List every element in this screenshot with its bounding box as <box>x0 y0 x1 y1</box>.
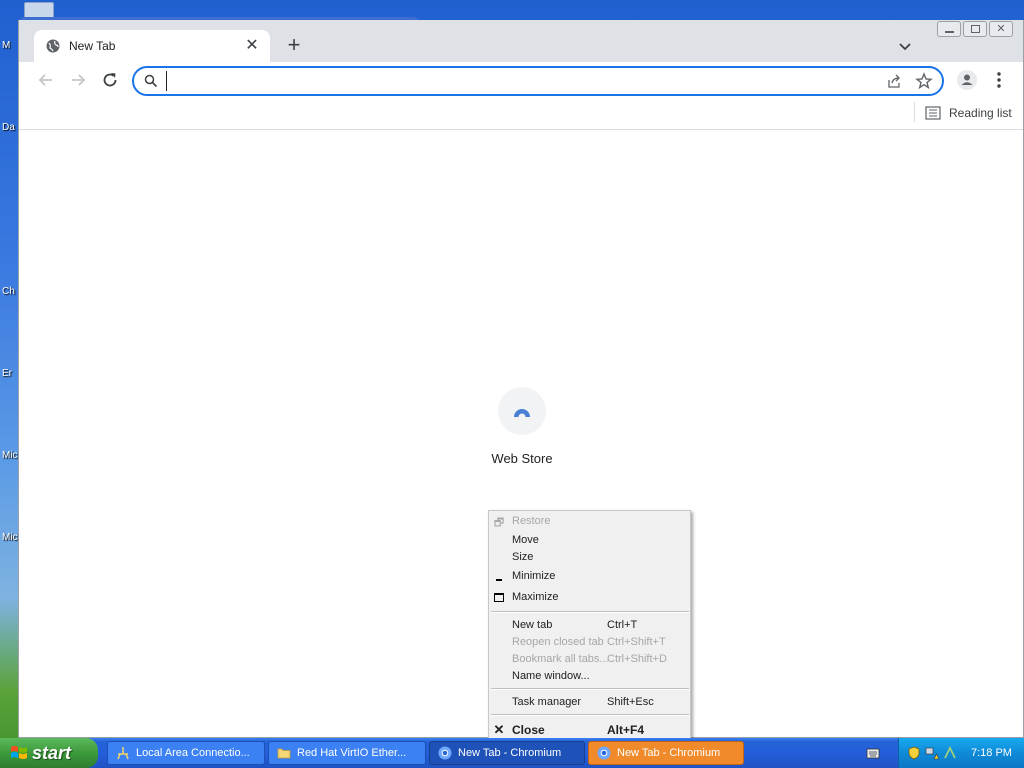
menu-separator <box>491 688 689 690</box>
window-controls: ✕ <box>937 21 1013 39</box>
chromium-icon <box>438 746 452 760</box>
keyboard-icon[interactable] <box>866 746 880 760</box>
chevron-down-icon[interactable] <box>895 36 915 56</box>
network-warning-icon[interactable] <box>925 746 939 760</box>
menu-item-label: Move <box>512 534 539 546</box>
window-context-menu: 🗗 Restore Move Size Minimize Maximize Ne… <box>488 510 691 744</box>
bookmark-separator <box>914 102 915 122</box>
menu-item-shortcut: Alt+F4 <box>607 723 645 737</box>
forward-arrow-icon[interactable] <box>67 69 89 91</box>
menu-item-label: Task manager <box>512 696 582 708</box>
menu-item-shortcut: Ctrl+Shift+T <box>607 636 666 648</box>
web-store-icon <box>498 387 546 435</box>
star-icon[interactable] <box>915 72 933 90</box>
start-label: start <box>32 742 72 763</box>
more-menu-icon[interactable] <box>989 69 1009 91</box>
close-icon: ✕ <box>493 722 505 737</box>
menu-item-label: New tab <box>512 619 553 631</box>
start-button[interactable]: start <box>0 738 98 768</box>
network-icon <box>117 747 129 760</box>
reading-list-button[interactable]: Reading list <box>925 104 1012 122</box>
reading-list-label: Reading list <box>949 106 1012 120</box>
taskbar-button-label: New Tab - Chromium <box>458 747 562 759</box>
taskbar-button-chromium-1[interactable]: New Tab - Chromium <box>429 741 585 765</box>
menu-item-maximize[interactable]: Maximize <box>489 589 690 607</box>
search-icon <box>144 74 158 88</box>
taskbar: start Local Area Connectio... Red Hat Vi… <box>0 738 1024 768</box>
new-tab-button[interactable]: + <box>282 34 306 58</box>
shortcut-web-store[interactable]: Web Store <box>479 387 565 477</box>
menu-item-label: Restore <box>512 515 551 527</box>
address-input[interactable] <box>166 71 866 91</box>
share-icon[interactable] <box>886 73 902 89</box>
back-arrow-icon[interactable] <box>35 69 57 91</box>
shortcut-label: Web Store <box>491 451 553 466</box>
menu-item-label: Minimize <box>512 570 556 582</box>
menu-item-task-manager[interactable]: Task manager Shift+Esc <box>489 694 690 712</box>
bookmark-bar: Reading list <box>19 98 1023 130</box>
menu-item-move[interactable]: Move <box>489 532 690 550</box>
menu-item-label: Reopen closed tab <box>512 636 604 648</box>
taskbar-button-local-area-connection[interactable]: Local Area Connectio... <box>107 741 265 765</box>
menu-item-shortcut: Ctrl+T <box>607 619 638 631</box>
connection-icon[interactable] <box>943 746 957 760</box>
menu-item-minimize[interactable]: Minimize <box>489 568 690 586</box>
chromium-icon <box>597 746 611 760</box>
menu-item-size[interactable]: Size <box>489 549 690 567</box>
clock[interactable]: 7:18 PM <box>971 747 1012 759</box>
toolbar <box>19 62 1023 98</box>
taskbar-button-label: Red Hat VirtIO Ether... <box>297 747 407 759</box>
globe-icon <box>46 39 60 53</box>
menu-item-label: Size <box>512 551 534 563</box>
menu-item-label: Name window... <box>512 670 590 682</box>
security-shield-icon[interactable] <box>907 746 921 760</box>
menu-item-shortcut: Ctrl+Shift+D <box>607 653 667 665</box>
reading-list-icon <box>925 106 941 120</box>
taskbar-button-label: New Tab - Chromium <box>617 747 721 759</box>
folder-icon <box>277 748 291 759</box>
menu-separator <box>491 611 689 613</box>
windows-flag-icon <box>11 746 27 759</box>
restore-icon: 🗗 <box>493 517 505 529</box>
menu-item-label: Close <box>512 723 545 737</box>
taskbar-button-red-hat-virtio[interactable]: Red Hat VirtIO Ether... <box>268 741 426 765</box>
minimize-icon <box>492 569 506 583</box>
menu-item-new-tab[interactable]: New tab Ctrl+T <box>489 617 690 635</box>
maximize-icon <box>492 590 506 604</box>
system-tray: 7:18 PM <box>898 738 1024 768</box>
taskbar-button-label: Local Area Connectio... <box>136 747 250 759</box>
close-window-button[interactable]: ✕ <box>989 21 1013 37</box>
minimize-window-button[interactable] <box>937 21 961 37</box>
menu-separator <box>491 714 689 716</box>
profile-avatar-icon[interactable] <box>956 69 978 91</box>
tab-strip: New Tab ✕ + ✕ <box>19 20 1023 62</box>
menu-item-name-window[interactable]: Name window... <box>489 668 690 686</box>
menu-item-label: Maximize <box>512 591 559 603</box>
tab-title: New Tab <box>69 39 116 53</box>
tab-new-tab[interactable]: New Tab ✕ <box>34 30 270 62</box>
close-tab-icon[interactable]: ✕ <box>242 36 262 56</box>
reload-icon[interactable] <box>99 69 121 91</box>
menu-item-restore[interactable]: 🗗 Restore <box>489 513 690 531</box>
menu-item-close[interactable]: ✕ Close Alt+F4 <box>489 721 690 739</box>
menu-item-label: Bookmark all tabs... <box>512 653 609 665</box>
restore-window-button[interactable] <box>963 21 987 37</box>
menu-item-reopen-closed-tab[interactable]: Reopen closed tab Ctrl+Shift+T <box>489 634 690 652</box>
menu-item-shortcut: Shift+Esc <box>607 696 654 708</box>
omnibox[interactable] <box>132 66 944 96</box>
menu-item-bookmark-all-tabs[interactable]: Bookmark all tabs... Ctrl+Shift+D <box>489 651 690 669</box>
taskbar-button-chromium-2[interactable]: New Tab - Chromium <box>588 741 744 765</box>
